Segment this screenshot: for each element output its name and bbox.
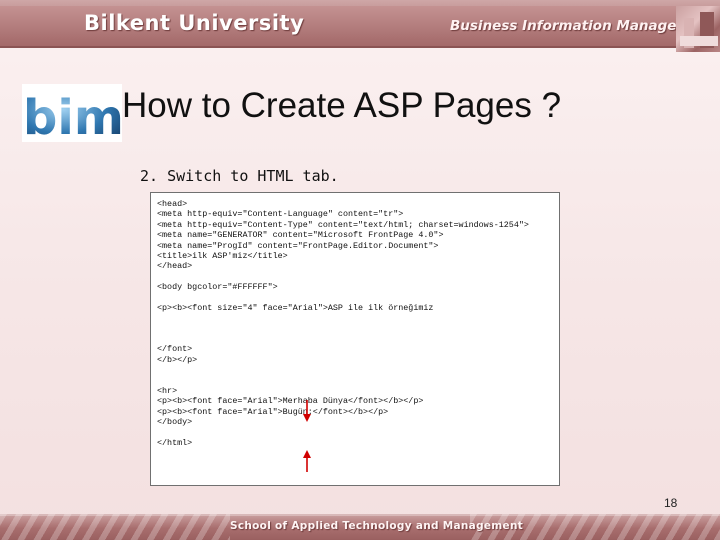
code-line: </head> [157,261,193,272]
code-line: <title>ilk ASP'miz</title> [157,250,288,261]
code-line: </b></p> [157,354,198,365]
page-number: 18 [664,496,678,510]
code-line: <meta name="ProgId" content="FrontPage.E… [157,240,439,251]
code-line: <meta name="GENERATOR" content="Microsof… [157,230,444,241]
code-line: <meta http-equiv="Content-Type" content=… [157,219,529,230]
html-code-view: <head> <meta http-equiv="Content-Language… [150,192,560,486]
logo-text: bim [23,90,122,142]
arrow-down-icon [303,400,311,422]
code-line: </body> [157,417,193,428]
code-line: <hr> [157,386,178,397]
code-line: <head> [157,199,188,209]
step-instruction: 2. Switch to HTML tab. [140,167,339,185]
code-line: <p><b><font face="Arial">Merhaba Dünya</… [157,396,424,407]
bim-logo-icon: bim [22,84,122,142]
code-line: </html> [157,437,193,448]
code-line: </font> [157,344,193,355]
footer-stripes-left [0,514,230,540]
code-line: <meta http-equiv="Content-Language" cont… [157,209,404,220]
header-bar: Bilkent University Business Information … [0,0,720,52]
code-line: <p><b><font face="Arial">Bugün:</font></… [157,406,389,417]
university-name: Bilkent University [84,11,305,35]
code-line: <body bgcolor="#FFFFFF"> [157,282,278,293]
arrow-up-icon [303,450,311,472]
header-photo [676,6,720,52]
school-name: School of Applied Technology and Managem… [230,520,524,532]
page-title: How to Create ASP Pages ? [122,86,562,125]
code-line: <p><b><font size="4" face="Arial">ASP il… [157,302,434,313]
